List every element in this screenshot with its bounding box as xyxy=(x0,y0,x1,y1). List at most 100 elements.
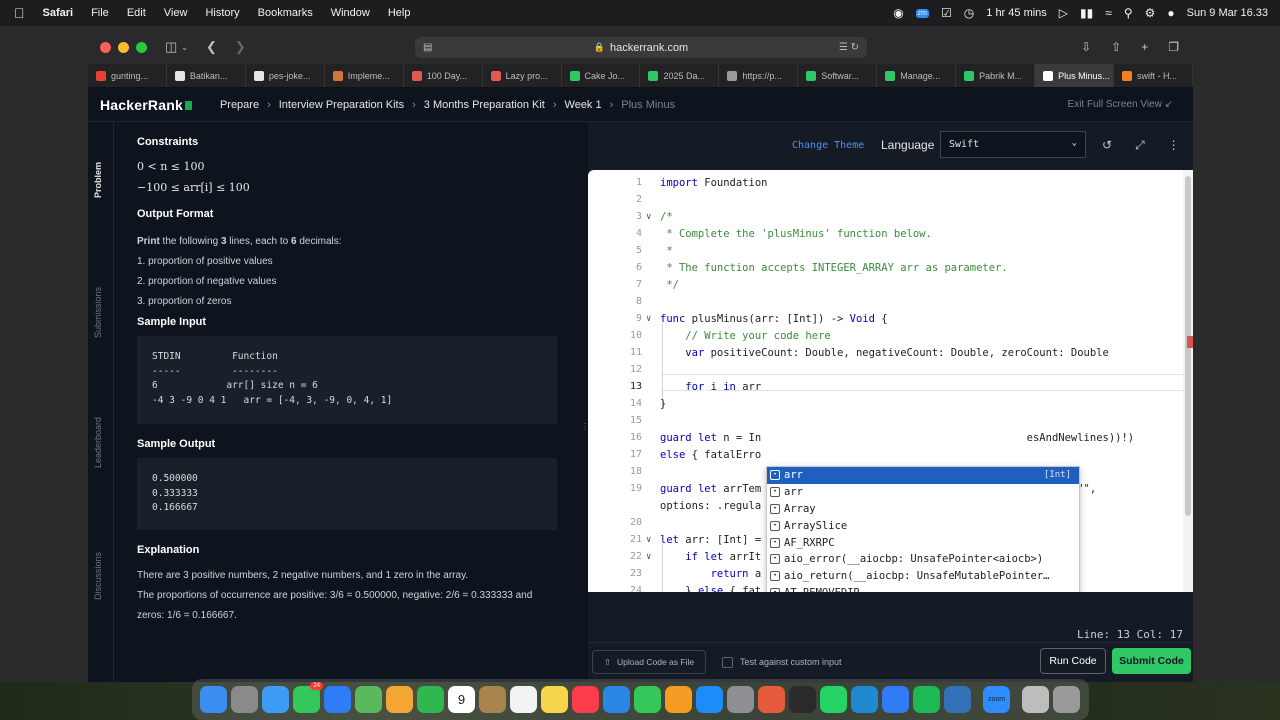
code-line[interactable]: 2 xyxy=(588,191,1193,208)
code-line[interactable]: 3 ∨ /* xyxy=(588,208,1193,225)
page-menu-icon[interactable]: ▤ xyxy=(423,42,432,53)
app-name-menu[interactable]: Safari xyxy=(43,7,74,19)
tab-overview-icon[interactable]: ❐ xyxy=(1168,40,1179,54)
zoom-icon[interactable]: zoom xyxy=(983,686,1010,713)
browser-tab[interactable]: https://p... xyxy=(719,64,799,87)
autocomplete-popup[interactable]: • arr [Int] • arr • Array • ArraySlice • AF_RXRPC •… xyxy=(766,466,1080,592)
menubar-datetime[interactable]: Sun 9 Mar 16.33 xyxy=(1187,7,1268,19)
zoom-menubar-icon[interactable]: zm xyxy=(915,8,930,18)
preview-icon[interactable] xyxy=(1022,686,1049,713)
play-icon[interactable]: ▷ xyxy=(1059,6,1068,20)
code-line[interactable]: 9 ∨ func plusMinus(arr: [Int]) -> Void { xyxy=(588,310,1193,327)
history-icon[interactable]: ↺ xyxy=(1102,138,1112,153)
fold-icon[interactable]: ∨ xyxy=(646,314,651,324)
fold-icon[interactable]: ∨ xyxy=(646,552,651,562)
browser-tab[interactable]: gunting... xyxy=(88,64,167,87)
share-icon[interactable]: ⇧ xyxy=(1111,40,1121,54)
breadcrumb-interview-kits[interactable]: Interview Preparation Kits xyxy=(279,99,404,111)
messages-icon[interactable]: 24 xyxy=(293,682,323,713)
menu-help[interactable]: Help xyxy=(388,7,411,19)
autocomplete-item[interactable]: • arr [Int] xyxy=(767,467,1079,484)
autocomplete-item[interactable]: • Array xyxy=(767,501,1079,518)
browser-tab[interactable]: 2025 Da... xyxy=(640,64,720,87)
safari-icon[interactable] xyxy=(262,686,289,713)
spotify-icon[interactable] xyxy=(913,686,940,713)
code-line[interactable]: 1 import Foundation xyxy=(588,174,1193,191)
code-line[interactable]: 12 xyxy=(588,361,1193,378)
code-line[interactable]: 16 guard let n = In esAndNewlines))!) xyxy=(588,429,1193,446)
code-line[interactable]: 14} xyxy=(588,395,1193,412)
browser-tab[interactable]: Batikan... xyxy=(167,64,246,87)
forward-icon[interactable]: ❯ xyxy=(235,39,246,55)
gift-icon[interactable]: ☑ xyxy=(941,6,952,20)
browser-tab[interactable]: 100 Day... xyxy=(404,64,483,87)
battery-time-text[interactable]: 1 hr 45 mins xyxy=(986,7,1047,19)
code-line[interactable]: 13 for i in arr xyxy=(588,378,1193,395)
proxyman-icon[interactable] xyxy=(944,686,971,713)
menu-file[interactable]: File xyxy=(91,7,109,19)
autocomplete-item[interactable]: • arr xyxy=(767,484,1079,501)
code-line[interactable]: 17 else { fatalErro xyxy=(588,446,1193,463)
app-store-icon[interactable] xyxy=(696,686,723,713)
apple-menu-icon[interactable]:  xyxy=(14,5,25,21)
translate-reload-icons[interactable]: ☰ ↻ xyxy=(839,42,859,53)
change-theme-link[interactable]: Change Theme xyxy=(792,140,864,151)
close-window-button[interactable] xyxy=(100,41,111,53)
numbers-icon[interactable] xyxy=(634,686,661,713)
editor-scrollbar[interactable] xyxy=(1183,170,1193,592)
notes-icon[interactable] xyxy=(541,686,568,713)
browser-tab[interactable]: Manage... xyxy=(877,64,957,87)
maximize-window-button[interactable] xyxy=(136,41,147,53)
code-line[interactable]: 10 // Write your code here xyxy=(588,327,1193,344)
hackerrank-logo[interactable]: HackerRank xyxy=(100,97,192,113)
menu-view[interactable]: View xyxy=(164,7,188,19)
launchpad-icon[interactable] xyxy=(231,686,258,713)
minimize-window-button[interactable] xyxy=(118,41,129,53)
autocomplete-item[interactable]: • ArraySlice xyxy=(767,517,1079,534)
terminal-icon[interactable] xyxy=(789,686,816,713)
breadcrumb-prepare[interactable]: Prepare xyxy=(220,99,259,111)
xcode-icon[interactable] xyxy=(882,686,909,713)
timer-icon[interactable]: ◷ xyxy=(964,6,974,20)
download-icon[interactable]: ⇩ xyxy=(1081,40,1091,54)
upload-code-button[interactable]: ⇧ Upload Code as File xyxy=(592,650,706,674)
run-code-button[interactable]: Run Code xyxy=(1040,648,1106,674)
collapse-icon[interactable]: ⤢ xyxy=(1135,138,1145,153)
keynote-icon[interactable] xyxy=(603,686,630,713)
autocomplete-item[interactable]: • AT_REMOVEDIR xyxy=(767,585,1079,592)
browser-tab[interactable]: Cake Jo... xyxy=(562,64,641,87)
code-line[interactable]: 5 * xyxy=(588,242,1193,259)
browser-tab[interactable]: Softwar... xyxy=(798,64,878,87)
photos-icon[interactable] xyxy=(386,686,413,713)
breadcrumb-3-months-kit[interactable]: 3 Months Preparation Kit xyxy=(424,99,545,111)
tab-discussions[interactable]: Discussions xyxy=(93,552,103,600)
code-line[interactable]: 6 * The function accepts INTEGER_ARRAY a… xyxy=(588,259,1193,276)
menu-history[interactable]: History xyxy=(205,7,239,19)
browser-tab[interactable]: Lazy pro... xyxy=(483,64,562,87)
mail-icon[interactable] xyxy=(324,686,351,713)
swift-playground-icon[interactable] xyxy=(758,686,785,713)
wifi-icon[interactable]: ≈ xyxy=(1105,6,1112,20)
address-bar[interactable]: ▤ 🔒 hackerrank.com ☰ ↻ xyxy=(415,37,867,58)
record-icon[interactable]: ◉ xyxy=(893,6,903,20)
code-line[interactable]: 15 xyxy=(588,412,1193,429)
custom-input-checkbox[interactable] xyxy=(722,657,733,668)
new-tab-icon[interactable]: + xyxy=(1141,40,1148,54)
fold-icon[interactable]: ∨ xyxy=(646,212,651,222)
fold-icon[interactable]: ∨ xyxy=(646,535,651,545)
vscode-icon[interactable] xyxy=(851,686,878,713)
calendar-icon[interactable]: 9 xyxy=(448,686,475,713)
browser-tab[interactable]: Pabrik M... xyxy=(956,64,1036,87)
siri-icon[interactable]: ● xyxy=(1167,6,1174,20)
pane-splitter[interactable]: ⋮ xyxy=(580,122,589,682)
language-select[interactable]: Swift ⌄ xyxy=(940,131,1086,158)
menu-bookmarks[interactable]: Bookmarks xyxy=(258,7,313,19)
more-icon[interactable]: ⋮ xyxy=(1168,138,1180,153)
search-icon[interactable]: ⚲ xyxy=(1124,6,1133,20)
autocomplete-item[interactable]: • AF_RXRPC xyxy=(767,534,1079,551)
sidebar-toggle-icon[interactable]: ◫ xyxy=(165,39,177,55)
submit-code-button[interactable]: Submit Code xyxy=(1112,648,1191,674)
autocomplete-item[interactable]: • aio_return(__aiocbp: UnsafeMutablePoint… xyxy=(767,568,1079,585)
battery-icon[interactable]: ▮▮ xyxy=(1080,6,1093,20)
code-line[interactable]: 7 */ xyxy=(588,276,1193,293)
